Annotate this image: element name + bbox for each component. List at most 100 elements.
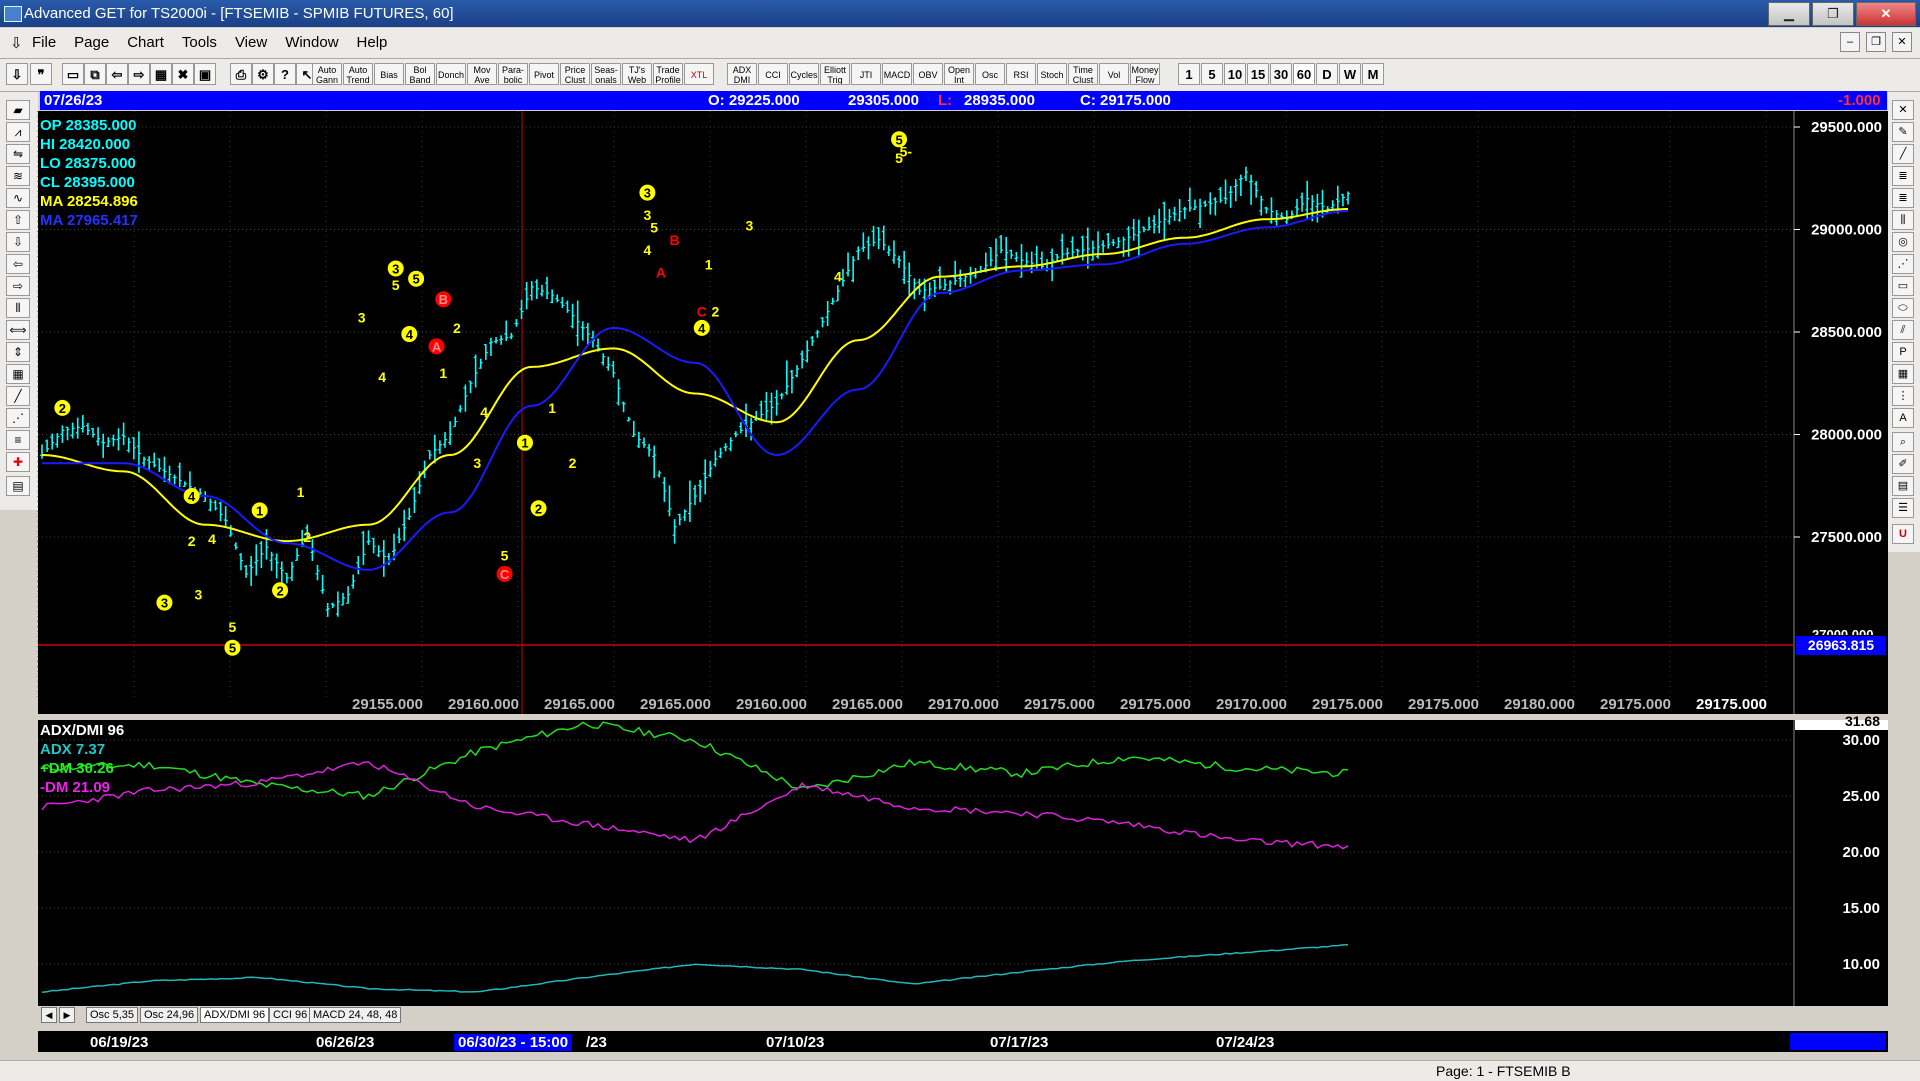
study-mov-ave-button[interactable]: Mov Ave: [467, 63, 497, 85]
elliott-wave-label[interactable]: 2: [712, 304, 720, 320]
study-adx-dmi-button[interactable]: ADX DMI: [727, 63, 757, 85]
list-icon[interactable]: ☰: [1892, 498, 1914, 518]
elliott-wave-label[interactable]: 1: [251, 502, 268, 519]
arrow-left-icon[interactable]: ⇦: [6, 254, 30, 274]
study-macd-button[interactable]: MACD: [882, 63, 912, 85]
elliott-wave-label[interactable]: 3: [643, 207, 651, 223]
forward-icon[interactable]: ⇨: [128, 63, 150, 85]
elliott-wave-label[interactable]: 2: [188, 533, 196, 549]
elliott-wave-label[interactable]: 1: [297, 484, 305, 500]
study-price-clust-button[interactable]: Price Clust: [560, 63, 590, 85]
arrow-up-icon[interactable]: ⇧: [6, 210, 30, 230]
study-parabolic-button[interactable]: Para-bolic: [498, 63, 528, 85]
fib-retracement-icon[interactable]: ≣: [1892, 166, 1914, 186]
elliott-wave-label[interactable]: B: [670, 232, 680, 248]
channel-icon[interactable]: ⫽: [1892, 320, 1914, 340]
menu-page[interactable]: Page: [74, 34, 109, 51]
menu-chart[interactable]: Chart: [127, 34, 164, 51]
elliott-wave-label[interactable]: 2: [303, 529, 311, 545]
study-time-clust-button[interactable]: Time Clust: [1068, 63, 1098, 85]
elliott-wave-label[interactable]: 1: [705, 256, 713, 272]
info-icon[interactable]: ?: [274, 63, 296, 85]
fib-extension-icon[interactable]: ≣: [1892, 188, 1914, 208]
tab-cci-96[interactable]: CCI 96: [269, 1007, 312, 1023]
fib-icon[interactable]: ≡: [6, 430, 30, 450]
elliott-wave-label[interactable]: 1: [548, 400, 556, 416]
timeframe-5-button[interactable]: 5: [1201, 63, 1223, 85]
gann-icon[interactable]: ⋰: [6, 408, 30, 428]
layout-icon[interactable]: ▣: [194, 63, 216, 85]
timeframe-60-button[interactable]: 60: [1293, 63, 1315, 85]
timeframe-d-button[interactable]: D: [1316, 63, 1338, 85]
elliott-wave-label[interactable]: 5: [891, 131, 908, 148]
study-bol-band-button[interactable]: Bol Band: [405, 63, 435, 85]
study-bias-button[interactable]: Bias: [374, 63, 404, 85]
fib-time-icon[interactable]: ⫼: [1892, 210, 1914, 230]
timeframe-w-button[interactable]: W: [1339, 63, 1361, 85]
print-icon[interactable]: ⎙: [230, 63, 252, 85]
elliott-wave-label[interactable]: 5: [392, 277, 400, 293]
timeframe-m-button[interactable]: M: [1362, 63, 1384, 85]
back-icon[interactable]: ⇦: [106, 63, 128, 85]
elliott-wave-label[interactable]: 2: [54, 399, 71, 416]
close-button[interactable]: ✕: [1856, 2, 1916, 26]
arrow-right-icon[interactable]: ⇨: [6, 276, 30, 296]
tab-osc-24-96[interactable]: Osc 24,96: [140, 1007, 199, 1023]
pencil-icon[interactable]: ✎: [1892, 122, 1914, 142]
properties-icon[interactable]: ▤: [6, 476, 30, 496]
mdi-restore-button[interactable]: ❐: [1866, 32, 1886, 52]
elliott-wave-label[interactable]: 4: [834, 269, 842, 285]
study-osc-button[interactable]: Osc: [975, 63, 1005, 85]
elliott-wave-label[interactable]: B: [435, 291, 452, 308]
study-money-flow-button[interactable]: Money Flow: [1130, 63, 1160, 85]
trendline-icon[interactable]: ╱: [1892, 144, 1914, 164]
elliott-wave-label[interactable]: A: [656, 265, 666, 281]
study-auto-gann-button[interactable]: Auto Gann: [312, 63, 342, 85]
expand-vertical-icon[interactable]: ⇕: [6, 342, 30, 362]
elliott-wave-label[interactable]: 4: [480, 404, 488, 420]
bars-icon[interactable]: ⫴: [6, 298, 30, 318]
mob-icon[interactable]: ⋮: [1892, 386, 1914, 406]
expand-horizontal-icon[interactable]: ⟺: [6, 320, 30, 340]
tab-prev-icon[interactable]: ◀: [41, 1007, 57, 1023]
pin-icon[interactable]: ⇩: [10, 34, 23, 52]
price-chart[interactable]: 29500.000 29000.000 28500.000 28000.000 2750…: [0, 0, 1920, 1080]
study-stoch-button[interactable]: Stoch: [1037, 63, 1067, 85]
zoom-icon[interactable]: ⌕: [1892, 432, 1914, 452]
elliott-wave-label[interactable]: 1: [516, 434, 533, 451]
paint-icon[interactable]: ✐: [1892, 454, 1914, 474]
elliott-wave-label[interactable]: 4: [643, 242, 651, 258]
menu-file[interactable]: File: [32, 34, 56, 51]
study-pivot-button[interactable]: Pivot: [529, 63, 559, 85]
crosshair-icon[interactable]: ✚: [6, 452, 30, 472]
elliott-wave-label[interactable]: 5: [229, 619, 237, 635]
study-auto-trend-button[interactable]: Auto Trend: [343, 63, 373, 85]
elliott-wave-label[interactable]: 5: [895, 150, 903, 166]
elliott-wave-label[interactable]: 3: [156, 594, 173, 611]
study-xtl-button[interactable]: XTL: [684, 63, 714, 85]
study-jti-button[interactable]: JTI: [851, 63, 881, 85]
timeframe-30-button[interactable]: 30: [1270, 63, 1292, 85]
study-obv-button[interactable]: OBV: [913, 63, 943, 85]
template-icon[interactable]: ▤: [1892, 476, 1914, 496]
menu-tools[interactable]: Tools: [182, 34, 217, 51]
elliott-wave-label[interactable]: 3: [387, 260, 404, 277]
elliott-wave-label[interactable]: 2: [453, 320, 461, 336]
settings-icon[interactable]: ⚙: [252, 63, 274, 85]
elliott-wave-label[interactable]: 4: [693, 319, 710, 336]
elliott-wave-label[interactable]: 5: [408, 270, 425, 287]
tab-osc-5-35[interactable]: Osc 5,35: [86, 1007, 139, 1023]
gann-fan-icon[interactable]: ⩘: [6, 122, 30, 142]
grid-draw-icon[interactable]: ▦: [1892, 364, 1914, 384]
timeframe-15-button[interactable]: 15: [1247, 63, 1269, 85]
timeframe-1-button[interactable]: 1: [1178, 63, 1200, 85]
elliott-wave-label[interactable]: C: [697, 304, 707, 320]
menu-view[interactable]: View: [235, 34, 267, 51]
study-seasonals-button[interactable]: Seas-onals: [591, 63, 621, 85]
study-tjs-web-button[interactable]: TJ's Web: [622, 63, 652, 85]
elliott-wave-label[interactable]: 3: [473, 455, 481, 471]
elliott-wave-label[interactable]: 3: [746, 217, 754, 233]
lines-icon[interactable]: ╱: [6, 386, 30, 406]
elliott-wave-label[interactable]: C: [496, 565, 513, 582]
elliott-icon[interactable]: ∿: [6, 188, 30, 208]
